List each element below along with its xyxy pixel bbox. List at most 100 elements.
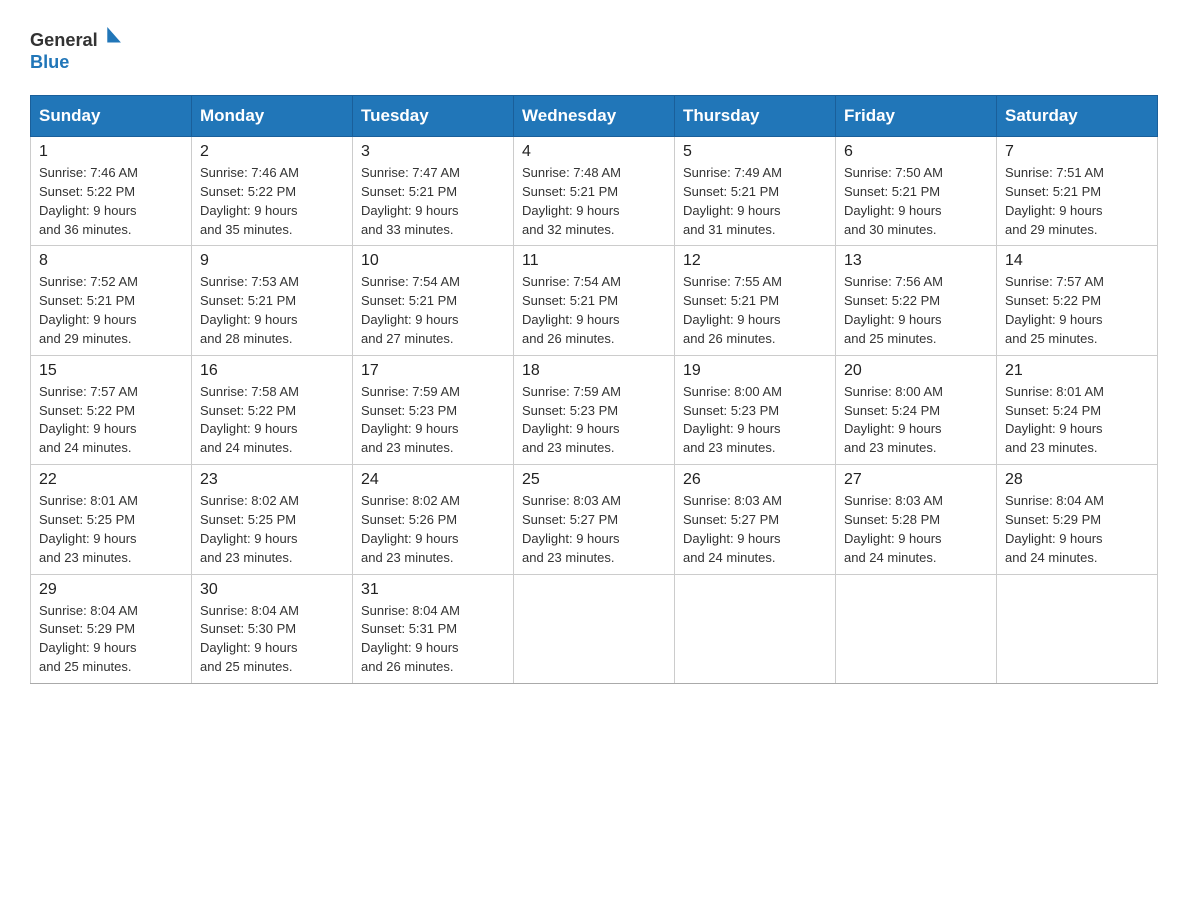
day-info: Sunrise: 7:50 AMSunset: 5:21 PMDaylight:…	[844, 164, 988, 239]
calendar-cell: 21 Sunrise: 8:01 AMSunset: 5:24 PMDaylig…	[997, 355, 1158, 464]
calendar-cell: 27 Sunrise: 8:03 AMSunset: 5:28 PMDaylig…	[836, 465, 997, 574]
calendar-cell: 6 Sunrise: 7:50 AMSunset: 5:21 PMDayligh…	[836, 137, 997, 246]
day-number: 16	[200, 362, 344, 380]
calendar-cell: 13 Sunrise: 7:56 AMSunset: 5:22 PMDaylig…	[836, 246, 997, 355]
calendar-cell: 14 Sunrise: 7:57 AMSunset: 5:22 PMDaylig…	[997, 246, 1158, 355]
calendar-cell: 30 Sunrise: 8:04 AMSunset: 5:30 PMDaylig…	[192, 574, 353, 683]
day-number: 18	[522, 362, 666, 380]
calendar-cell: 16 Sunrise: 7:58 AMSunset: 5:22 PMDaylig…	[192, 355, 353, 464]
calendar-cell	[997, 574, 1158, 683]
calendar-cell: 23 Sunrise: 8:02 AMSunset: 5:25 PMDaylig…	[192, 465, 353, 574]
day-info: Sunrise: 8:00 AMSunset: 5:23 PMDaylight:…	[683, 383, 827, 458]
day-number: 22	[39, 471, 183, 489]
calendar-cell	[675, 574, 836, 683]
calendar-cell: 5 Sunrise: 7:49 AMSunset: 5:21 PMDayligh…	[675, 137, 836, 246]
day-number: 4	[522, 143, 666, 161]
day-info: Sunrise: 8:02 AMSunset: 5:25 PMDaylight:…	[200, 492, 344, 567]
svg-text:Blue: Blue	[30, 52, 69, 72]
calendar-week-row: 15 Sunrise: 7:57 AMSunset: 5:22 PMDaylig…	[31, 355, 1158, 464]
day-number: 9	[200, 252, 344, 270]
calendar-cell: 19 Sunrise: 8:00 AMSunset: 5:23 PMDaylig…	[675, 355, 836, 464]
day-info: Sunrise: 8:03 AMSunset: 5:28 PMDaylight:…	[844, 492, 988, 567]
calendar-cell: 29 Sunrise: 8:04 AMSunset: 5:29 PMDaylig…	[31, 574, 192, 683]
calendar-cell: 7 Sunrise: 7:51 AMSunset: 5:21 PMDayligh…	[997, 137, 1158, 246]
day-info: Sunrise: 8:02 AMSunset: 5:26 PMDaylight:…	[361, 492, 505, 567]
day-number: 12	[683, 252, 827, 270]
calendar-cell: 12 Sunrise: 7:55 AMSunset: 5:21 PMDaylig…	[675, 246, 836, 355]
day-info: Sunrise: 8:04 AMSunset: 5:29 PMDaylight:…	[39, 602, 183, 677]
day-info: Sunrise: 8:04 AMSunset: 5:29 PMDaylight:…	[1005, 492, 1149, 567]
day-number: 25	[522, 471, 666, 489]
day-number: 31	[361, 581, 505, 599]
day-info: Sunrise: 8:01 AMSunset: 5:25 PMDaylight:…	[39, 492, 183, 567]
day-number: 30	[200, 581, 344, 599]
calendar-cell	[514, 574, 675, 683]
day-number: 3	[361, 143, 505, 161]
day-info: Sunrise: 8:03 AMSunset: 5:27 PMDaylight:…	[522, 492, 666, 567]
day-info: Sunrise: 7:53 AMSunset: 5:21 PMDaylight:…	[200, 273, 344, 348]
day-number: 10	[361, 252, 505, 270]
day-number: 1	[39, 143, 183, 161]
day-info: Sunrise: 7:48 AMSunset: 5:21 PMDaylight:…	[522, 164, 666, 239]
calendar-cell: 28 Sunrise: 8:04 AMSunset: 5:29 PMDaylig…	[997, 465, 1158, 574]
day-info: Sunrise: 7:54 AMSunset: 5:21 PMDaylight:…	[361, 273, 505, 348]
day-info: Sunrise: 7:52 AMSunset: 5:21 PMDaylight:…	[39, 273, 183, 348]
day-info: Sunrise: 8:04 AMSunset: 5:30 PMDaylight:…	[200, 602, 344, 677]
calendar-cell: 2 Sunrise: 7:46 AMSunset: 5:22 PMDayligh…	[192, 137, 353, 246]
calendar-table: SundayMondayTuesdayWednesdayThursdayFrid…	[30, 95, 1158, 684]
day-number: 11	[522, 252, 666, 270]
day-info: Sunrise: 7:46 AMSunset: 5:22 PMDaylight:…	[200, 164, 344, 239]
day-number: 19	[683, 362, 827, 380]
day-number: 23	[200, 471, 344, 489]
day-number: 6	[844, 143, 988, 161]
day-info: Sunrise: 8:03 AMSunset: 5:27 PMDaylight:…	[683, 492, 827, 567]
day-info: Sunrise: 7:56 AMSunset: 5:22 PMDaylight:…	[844, 273, 988, 348]
calendar-cell: 31 Sunrise: 8:04 AMSunset: 5:31 PMDaylig…	[353, 574, 514, 683]
calendar-cell: 3 Sunrise: 7:47 AMSunset: 5:21 PMDayligh…	[353, 137, 514, 246]
day-info: Sunrise: 7:54 AMSunset: 5:21 PMDaylight:…	[522, 273, 666, 348]
calendar-cell: 25 Sunrise: 8:03 AMSunset: 5:27 PMDaylig…	[514, 465, 675, 574]
calendar-cell: 4 Sunrise: 7:48 AMSunset: 5:21 PMDayligh…	[514, 137, 675, 246]
day-number: 27	[844, 471, 988, 489]
day-number: 21	[1005, 362, 1149, 380]
col-header-wednesday: Wednesday	[514, 96, 675, 137]
day-info: Sunrise: 7:47 AMSunset: 5:21 PMDaylight:…	[361, 164, 505, 239]
calendar-cell: 24 Sunrise: 8:02 AMSunset: 5:26 PMDaylig…	[353, 465, 514, 574]
calendar-cell: 20 Sunrise: 8:00 AMSunset: 5:24 PMDaylig…	[836, 355, 997, 464]
day-info: Sunrise: 7:55 AMSunset: 5:21 PMDaylight:…	[683, 273, 827, 348]
calendar-cell: 15 Sunrise: 7:57 AMSunset: 5:22 PMDaylig…	[31, 355, 192, 464]
calendar-cell: 8 Sunrise: 7:52 AMSunset: 5:21 PMDayligh…	[31, 246, 192, 355]
calendar-week-row: 8 Sunrise: 7:52 AMSunset: 5:21 PMDayligh…	[31, 246, 1158, 355]
day-number: 13	[844, 252, 988, 270]
day-number: 20	[844, 362, 988, 380]
calendar-week-row: 1 Sunrise: 7:46 AMSunset: 5:22 PMDayligh…	[31, 137, 1158, 246]
calendar-cell: 18 Sunrise: 7:59 AMSunset: 5:23 PMDaylig…	[514, 355, 675, 464]
col-header-friday: Friday	[836, 96, 997, 137]
calendar-cell: 26 Sunrise: 8:03 AMSunset: 5:27 PMDaylig…	[675, 465, 836, 574]
day-number: 2	[200, 143, 344, 161]
col-header-tuesday: Tuesday	[353, 96, 514, 137]
day-number: 5	[683, 143, 827, 161]
calendar-cell: 9 Sunrise: 7:53 AMSunset: 5:21 PMDayligh…	[192, 246, 353, 355]
col-header-saturday: Saturday	[997, 96, 1158, 137]
day-info: Sunrise: 7:57 AMSunset: 5:22 PMDaylight:…	[39, 383, 183, 458]
svg-text:General: General	[30, 30, 98, 50]
day-number: 8	[39, 252, 183, 270]
calendar-week-row: 22 Sunrise: 8:01 AMSunset: 5:25 PMDaylig…	[31, 465, 1158, 574]
day-info: Sunrise: 8:01 AMSunset: 5:24 PMDaylight:…	[1005, 383, 1149, 458]
day-info: Sunrise: 7:57 AMSunset: 5:22 PMDaylight:…	[1005, 273, 1149, 348]
day-number: 14	[1005, 252, 1149, 270]
calendar-cell: 10 Sunrise: 7:54 AMSunset: 5:21 PMDaylig…	[353, 246, 514, 355]
day-info: Sunrise: 7:46 AMSunset: 5:22 PMDaylight:…	[39, 164, 183, 239]
day-info: Sunrise: 7:51 AMSunset: 5:21 PMDaylight:…	[1005, 164, 1149, 239]
calendar-cell: 22 Sunrise: 8:01 AMSunset: 5:25 PMDaylig…	[31, 465, 192, 574]
day-number: 24	[361, 471, 505, 489]
col-header-thursday: Thursday	[675, 96, 836, 137]
day-number: 7	[1005, 143, 1149, 161]
logo-svg: General Blue	[30, 20, 130, 75]
calendar-cell: 17 Sunrise: 7:59 AMSunset: 5:23 PMDaylig…	[353, 355, 514, 464]
calendar-header-row: SundayMondayTuesdayWednesdayThursdayFrid…	[31, 96, 1158, 137]
day-number: 26	[683, 471, 827, 489]
day-info: Sunrise: 7:49 AMSunset: 5:21 PMDaylight:…	[683, 164, 827, 239]
calendar-cell: 11 Sunrise: 7:54 AMSunset: 5:21 PMDaylig…	[514, 246, 675, 355]
